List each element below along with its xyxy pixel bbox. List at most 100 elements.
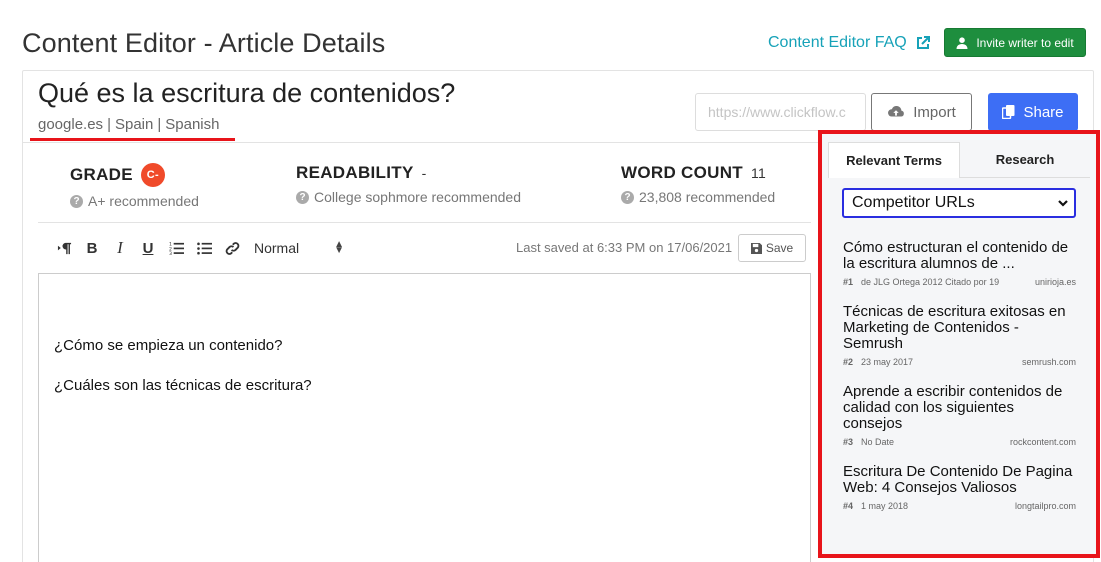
page-title: Content Editor - Article Details [22, 28, 386, 58]
import-button[interactable]: Import [871, 93, 972, 131]
article-title: Qué es la escritura de contenidos? [38, 78, 456, 108]
meta-language: Spanish [165, 116, 220, 133]
question-icon[interactable]: ? [296, 190, 309, 204]
grade-stat: GRADE C- ? A+ recommended [70, 163, 199, 209]
invite-writer-button[interactable]: Invite writer to edit [944, 28, 1086, 57]
stats-divider [38, 222, 811, 223]
paragraph-direction-icon [57, 242, 71, 254]
readability-stat: READABILITY - ? College sophmore recomme… [296, 163, 521, 205]
import-label: Import [913, 103, 956, 121]
select-arrows-icon: ▲ ▼ [334, 239, 344, 256]
highlight-underline [30, 138, 235, 141]
result-meta: #2 23 may 2017 semrush.com [843, 357, 1076, 367]
word-count-value: 11 [750, 165, 767, 181]
readability-recommendation: ? College sophmore recommended [296, 189, 521, 205]
meta-separator: | [107, 116, 111, 133]
question-icon[interactable]: ? [621, 190, 634, 204]
result-rank: #2 [843, 357, 854, 367]
result-item[interactable]: Cómo estructuran el contenido de la escr… [843, 239, 1076, 288]
readability-value: - [421, 165, 427, 181]
copy-icon [1002, 105, 1015, 119]
result-domain: longtailpro.com [1014, 501, 1076, 511]
result-info: de JLG Ortega 2012 Citado por 19 [861, 277, 1000, 287]
result-meta: #1 de JLG Ortega 2012 Citado por 19 uniri… [843, 277, 1076, 287]
content-editor-faq-link[interactable]: Content Editor FAQ [768, 34, 931, 52]
floppy-disk-icon [750, 242, 762, 254]
ordered-list-button[interactable]: 1 2 3 [162, 236, 190, 260]
result-info: 1 may 2018 [861, 501, 909, 511]
grade-label: GRADE [70, 165, 133, 184]
share-button[interactable]: Share [988, 93, 1078, 131]
invite-writer-label: Invite writer to edit [976, 35, 1074, 50]
readability-recommendation-text: College sophmore recommended [314, 189, 521, 205]
text-direction-button[interactable] [50, 236, 78, 260]
result-item[interactable]: Aprende a escribir contenidos de calidad… [843, 383, 1076, 448]
grade-recommendation: ? A+ recommended [70, 193, 199, 209]
save-button[interactable]: Save [738, 234, 806, 262]
bullet-list-button[interactable] [190, 236, 218, 260]
external-link-icon [916, 36, 930, 49]
readability-heading: READABILITY - [296, 163, 521, 183]
result-rank: #1 [843, 277, 854, 287]
competitor-urls-select[interactable]: Competitor URLs [842, 188, 1076, 218]
format-select-value: Normal [254, 240, 300, 256]
result-meta: #3 No Date rockcontent.com [843, 437, 1076, 447]
competitor-results-list: Cómo estructuran el contenido de la escr… [828, 239, 1090, 512]
paragraph-format-select[interactable]: Normal ▲ ▼ [252, 236, 344, 260]
grade-badge: C- [140, 163, 165, 187]
word-count-recommendation-text: 23,808 recommended [639, 189, 776, 205]
result-rank: #4 [843, 501, 854, 511]
editor-toolbar: B I U 1 2 3 Normal ▲ ▼ [50, 236, 344, 260]
result-domain: rockcontent.com [1009, 437, 1076, 447]
research-panel-inner: Relevant Terms Research Competitor URLs … [828, 142, 1090, 552]
meta-country: Spain [114, 116, 154, 133]
question-icon[interactable]: ? [70, 194, 83, 208]
bullet-list-icon [196, 242, 212, 254]
panel-tabs: Relevant Terms Research [828, 142, 1090, 178]
user-icon [956, 36, 968, 49]
url-input[interactable] [695, 93, 866, 131]
link-icon [225, 241, 239, 255]
research-panel: Relevant Terms Research Competitor URLs … [818, 130, 1100, 558]
save-label: Save [765, 241, 794, 255]
result-domain: unirioja.es [1034, 277, 1076, 287]
result-title: Técnicas de escritura exitosas en Market… [843, 303, 1066, 352]
chevron-down-icon [1058, 200, 1068, 207]
meta-search-engine: google.es [38, 116, 104, 133]
ordered-list-icon: 1 2 3 [169, 241, 184, 256]
result-info: 23 may 2017 [861, 357, 914, 367]
result-domain: semrush.com [1021, 357, 1076, 367]
cloud-upload-icon [888, 105, 905, 117]
article-meta: google.es | Spain | Spanish [38, 116, 219, 133]
word-count-heading: WORD COUNT 11 [621, 163, 775, 183]
word-count-stat: WORD COUNT 11 ? 23,808 recommended [621, 163, 775, 205]
meta-separator: | [157, 116, 162, 133]
share-label: Share [1023, 103, 1064, 121]
editor-line: ¿Cómo se empieza un contenido? [54, 337, 283, 354]
result-item[interactable]: Escritura De Contenido De Pagina Web: 4 … [843, 463, 1076, 512]
italic-button[interactable]: I [106, 236, 134, 260]
grade-heading: GRADE C- [70, 163, 199, 187]
last-saved-text: Last saved at 6:33 PM on 17/06/2021 [516, 240, 733, 255]
tab-research[interactable]: Research [960, 142, 1090, 178]
result-rank: #3 [843, 437, 854, 447]
text-editor[interactable]: ¿Cómo se empieza un contenido? ¿Cuáles s… [38, 273, 811, 562]
link-button[interactable] [218, 236, 246, 260]
readability-label: READABILITY [296, 163, 414, 182]
result-title: Cómo estructuran el contenido de la escr… [843, 239, 1069, 272]
result-item[interactable]: Técnicas de escritura exitosas en Market… [843, 303, 1076, 368]
svg-text:3: 3 [169, 251, 172, 256]
underline-button[interactable]: U [134, 236, 162, 260]
tab-relevant-terms[interactable]: Relevant Terms [828, 142, 960, 178]
word-count-recommendation: ? 23,808 recommended [621, 189, 775, 205]
result-info: No Date [861, 437, 895, 447]
editor-line: ¿Cuáles son las técnicas de escritura? [54, 377, 312, 394]
select-value: Competitor URLs [852, 194, 975, 211]
grade-recommendation-text: A+ recommended [88, 193, 199, 209]
result-title: Escritura De Contenido De Pagina Web: 4 … [843, 463, 1073, 496]
result-meta: #4 1 may 2018 longtailpro.com [843, 501, 1076, 511]
result-title: Aprende a escribir contenidos de calidad… [843, 383, 1063, 432]
word-count-label: WORD COUNT [621, 163, 743, 182]
faq-link-label: Content Editor FAQ [768, 34, 907, 51]
bold-button[interactable]: B [78, 236, 106, 260]
